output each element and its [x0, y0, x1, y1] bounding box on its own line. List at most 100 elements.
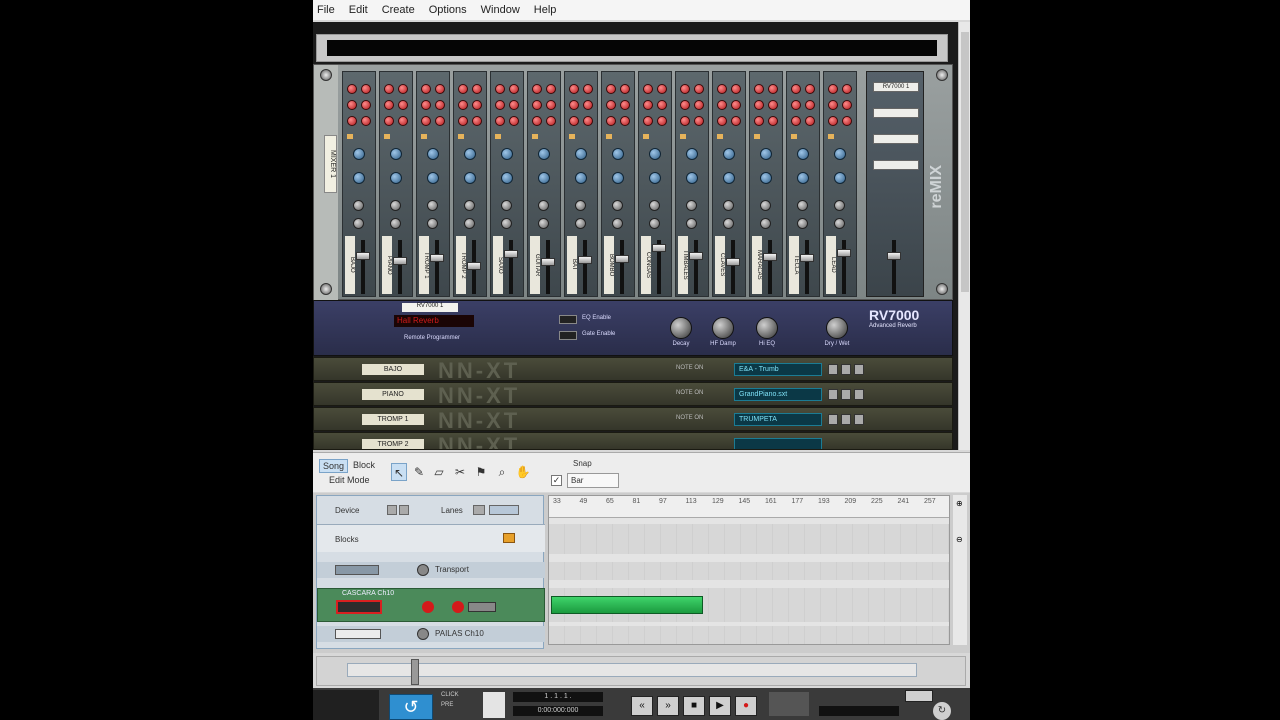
channel-fader[interactable] [356, 252, 370, 260]
aux-send-knob[interactable] [384, 84, 394, 94]
aux-send-knob[interactable] [694, 100, 704, 110]
pan-knob[interactable] [797, 218, 808, 229]
pan-knob[interactable] [686, 218, 697, 229]
pan-knob[interactable] [612, 200, 623, 211]
eq-knob[interactable] [649, 172, 661, 184]
aux-send-knob[interactable] [472, 116, 482, 126]
channel-fader[interactable] [467, 262, 481, 270]
aux-send-knob[interactable] [768, 84, 778, 94]
patch-prev-button[interactable] [828, 389, 838, 400]
pan-knob[interactable] [353, 200, 364, 211]
channel-name-label[interactable]: GUITAR [530, 236, 540, 294]
aux-send-knob[interactable] [472, 84, 482, 94]
record-arm-icon[interactable] [452, 601, 464, 613]
aux-send-knob[interactable] [620, 116, 630, 126]
aux-send-knob[interactable] [398, 84, 408, 94]
pan-knob[interactable] [612, 218, 623, 229]
aux-send-knob[interactable] [828, 100, 838, 110]
pan-knob[interactable] [723, 218, 734, 229]
eq-knob[interactable] [427, 148, 439, 160]
eq-knob[interactable] [612, 148, 624, 160]
eq-knob[interactable] [501, 172, 513, 184]
aux-send-knob[interactable] [495, 100, 505, 110]
loop-icon[interactable]: ↺ [389, 694, 433, 720]
aux-send-knob[interactable] [583, 84, 593, 94]
aux-send-knob[interactable] [791, 100, 801, 110]
pan-knob[interactable] [427, 218, 438, 229]
magnify-tool-icon[interactable]: ⌕ [494, 463, 510, 481]
patch-browse-button[interactable] [854, 389, 864, 400]
gate-enable-button[interactable] [559, 331, 577, 340]
aux-send-knob[interactable] [606, 100, 616, 110]
pan-knob[interactable] [390, 218, 401, 229]
menu-file[interactable]: File [317, 4, 335, 16]
aux-send-knob[interactable] [509, 100, 519, 110]
aux-send-knob[interactable] [680, 100, 690, 110]
patch-next-button[interactable] [841, 389, 851, 400]
hi-eq-knob[interactable] [756, 317, 778, 339]
eq-on-indicator[interactable] [754, 134, 760, 139]
patch-browse-button[interactable] [854, 414, 864, 425]
eq-on-indicator[interactable] [680, 134, 686, 139]
aux-send-knob[interactable] [546, 116, 556, 126]
channel-name-label[interactable]: TROMP 1 [419, 236, 429, 294]
eq-on-indicator[interactable] [495, 134, 501, 139]
eq-on-indicator[interactable] [717, 134, 723, 139]
menu-window[interactable]: Window [481, 4, 520, 16]
aux-send-knob[interactable] [731, 100, 741, 110]
channel-name-label[interactable]: SAXO [493, 236, 503, 294]
record-enable-icon[interactable] [422, 601, 434, 613]
pan-knob[interactable] [427, 200, 438, 211]
remote-programmer-label[interactable]: Remote Programmer [404, 335, 460, 341]
aux-send-knob[interactable] [458, 100, 468, 110]
aux-send-knob[interactable] [657, 84, 667, 94]
aux-send-knob[interactable] [643, 100, 653, 110]
overdub-switch[interactable] [769, 692, 809, 716]
channel-name-label[interactable]: BAJO [345, 236, 355, 294]
aux-send-knob[interactable] [828, 84, 838, 94]
zoom-in-icon[interactable]: ⊕ [956, 499, 963, 508]
cascara-lane[interactable] [549, 588, 949, 622]
patch-next-button[interactable] [841, 414, 851, 425]
eq-on-indicator[interactable] [421, 134, 427, 139]
patch-prev-button[interactable] [828, 364, 838, 375]
pan-knob[interactable] [723, 200, 734, 211]
lanes-add-button[interactable] [473, 505, 485, 515]
eq-knob[interactable] [612, 172, 624, 184]
play-button[interactable]: ▶ [709, 696, 731, 716]
aux-send-knob[interactable] [731, 116, 741, 126]
eq-knob[interactable] [538, 148, 550, 160]
fast-forward-button[interactable]: » [657, 696, 679, 716]
channel-fader[interactable] [763, 253, 777, 261]
razor-tool-icon[interactable]: ✂ [452, 463, 468, 481]
eq-knob[interactable] [353, 148, 365, 160]
aux-send-knob[interactable] [828, 116, 838, 126]
patch-prev-button[interactable] [828, 414, 838, 425]
pan-knob[interactable] [501, 218, 512, 229]
pan-knob[interactable] [538, 200, 549, 211]
aux-send-knob[interactable] [694, 116, 704, 126]
stop-button[interactable]: ■ [683, 696, 705, 716]
record-button[interactable]: ● [735, 696, 757, 716]
track-device-icon[interactable] [336, 600, 382, 614]
menu-options[interactable]: Options [429, 4, 467, 16]
aux-send-knob[interactable] [458, 84, 468, 94]
aux-send-knob[interactable] [384, 116, 394, 126]
channel-name-label[interactable]: TIMBALES [678, 236, 688, 294]
mixer-name-label[interactable]: MIXER 1 [324, 135, 337, 193]
hf-damp-knob[interactable] [712, 317, 734, 339]
click-label[interactable]: CLICK [441, 692, 459, 698]
aux-send-knob[interactable] [768, 100, 778, 110]
channel-fader[interactable] [726, 258, 740, 266]
hand-tool-icon[interactable]: ✋ [515, 463, 531, 481]
pan-knob[interactable] [575, 200, 586, 211]
aux-send-knob[interactable] [842, 100, 852, 110]
aux-send-knob[interactable] [620, 84, 630, 94]
eq-knob[interactable] [797, 148, 809, 160]
aux-send-knob[interactable] [791, 116, 801, 126]
channel-name-label[interactable]: BOMBO [604, 236, 614, 294]
channel-fader[interactable] [393, 257, 407, 265]
nnxt-program-display[interactable] [734, 438, 822, 449]
eq-knob[interactable] [353, 172, 365, 184]
aux-send-knob[interactable] [754, 116, 764, 126]
